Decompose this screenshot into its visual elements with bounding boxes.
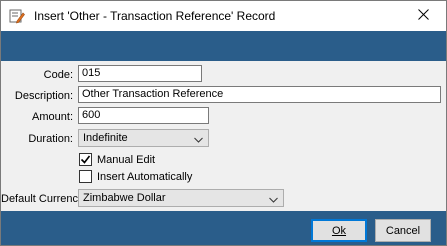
duration-label: Duration: bbox=[28, 133, 73, 145]
default-currency-select[interactable]: Zimbabwe Dollar bbox=[78, 189, 284, 207]
duration-select[interactable]: Indefinite bbox=[78, 129, 209, 147]
button-bar: Ok Cancel bbox=[1, 211, 446, 245]
default-currency-label: Default Currency: bbox=[1, 193, 87, 205]
ok-button-label: Ok bbox=[331, 224, 347, 237]
code-input[interactable]: 015 bbox=[78, 65, 202, 82]
close-button[interactable] bbox=[401, 1, 446, 31]
checkbox-box-checked[interactable] bbox=[79, 153, 92, 166]
default-currency-value: Zimbabwe Dollar bbox=[83, 192, 166, 204]
ok-button[interactable]: Ok bbox=[311, 219, 367, 242]
chevron-down-icon bbox=[269, 194, 278, 203]
manual-edit-checkbox[interactable]: Manual Edit bbox=[79, 153, 155, 166]
cancel-button-label: Cancel bbox=[385, 224, 421, 237]
code-label: Code: bbox=[43, 69, 73, 81]
description-input[interactable]: Other Transaction Reference bbox=[78, 86, 441, 103]
checkbox-box-unchecked[interactable] bbox=[79, 170, 92, 183]
duration-value: Indefinite bbox=[83, 132, 128, 144]
cancel-button[interactable]: Cancel bbox=[375, 219, 431, 242]
window-title: Insert 'Other - Transaction Reference' R… bbox=[34, 9, 276, 23]
insert-automatically-checkbox[interactable]: Insert Automatically bbox=[79, 170, 192, 183]
edit-record-icon bbox=[9, 8, 25, 24]
chevron-down-icon bbox=[194, 134, 203, 143]
insert-automatically-label: Insert Automatically bbox=[97, 170, 193, 183]
description-label: Description: bbox=[14, 90, 73, 102]
title-bar[interactable]: Insert 'Other - Transaction Reference' R… bbox=[1, 1, 446, 31]
close-icon bbox=[418, 9, 429, 23]
form-area: Code: 015 Description: Other Transaction… bbox=[1, 61, 446, 211]
amount-label: Amount: bbox=[32, 111, 73, 123]
manual-edit-label: Manual Edit bbox=[97, 153, 156, 166]
amount-input[interactable]: 600 bbox=[78, 107, 209, 124]
dialog-window: Insert 'Other - Transaction Reference' R… bbox=[0, 0, 447, 246]
header-band bbox=[1, 31, 446, 61]
